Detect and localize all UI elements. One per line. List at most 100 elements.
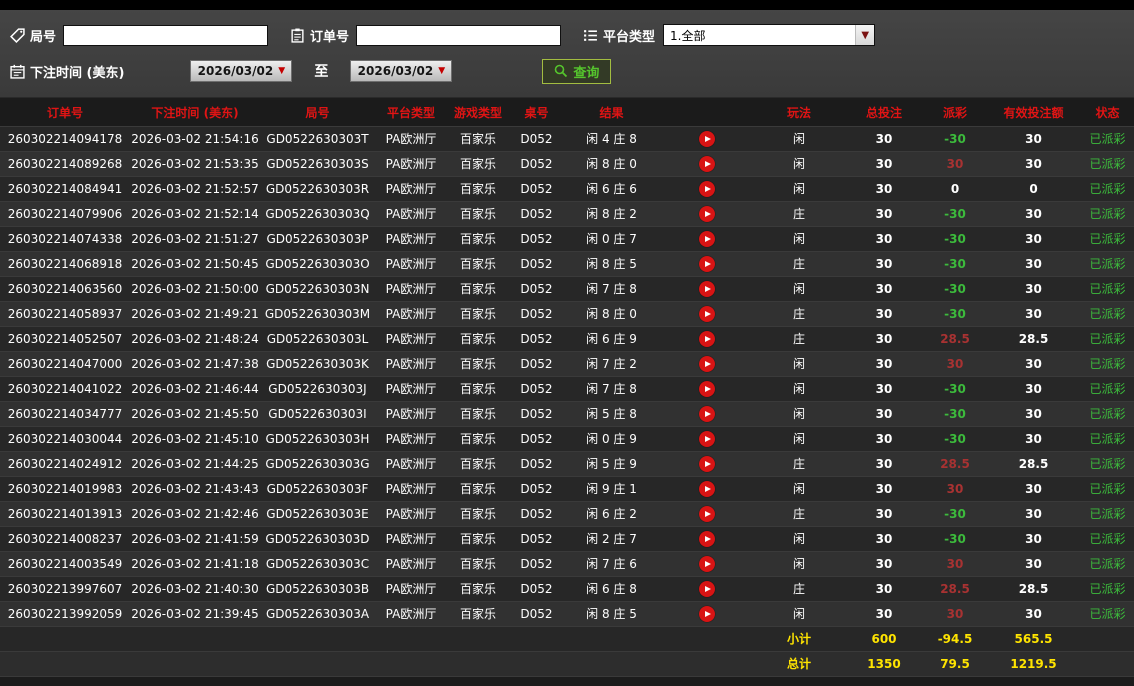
bet-records-table: 订单号 下注时间 (美东) 局号 平台类型 游戏类型 桌号 结果 玩法 总投注 … [0, 100, 1134, 677]
play-video-icon[interactable] [698, 330, 715, 347]
col-header-status: 状态 [1081, 100, 1134, 127]
cell-game-no: GD0522630303G [260, 451, 375, 477]
play-video-icon[interactable] [698, 130, 715, 147]
play-video-icon[interactable] [698, 405, 715, 422]
cell-total-bet: 30 [844, 476, 924, 502]
cell-table-no: D052 [509, 251, 564, 277]
cell-total-bet: 30 [844, 326, 924, 352]
table-row: 260302213997607 2026-03-02 21:40:30 GD05… [0, 576, 1134, 602]
game-no-input[interactable] [63, 24, 269, 46]
cell-total-bet: 30 [844, 126, 924, 152]
cell-bet-type: 闲 [754, 376, 844, 402]
cell-order-no: 260302214041022 [0, 376, 130, 402]
cell-game-no: GD0522630303J [260, 376, 375, 402]
date-from-value: 2026/03/02 [197, 64, 274, 78]
cell-payout: 28.5 [924, 451, 986, 477]
grand-total-total-bet: 1350 [844, 651, 924, 677]
cell-platform: PA欧洲厅 [375, 451, 447, 477]
cell-bet-type: 庄 [754, 201, 844, 227]
query-button[interactable]: 查询 [542, 58, 612, 84]
cell-bet-type: 闲 [754, 601, 844, 627]
cell-status: 已派彩 [1081, 301, 1134, 327]
cell-video [659, 251, 754, 277]
cell-bet-type: 庄 [754, 251, 844, 277]
cell-video [659, 576, 754, 602]
play-video-icon[interactable] [698, 505, 715, 522]
cell-valid-bet: 30 [986, 551, 1081, 577]
table-row: 260302214089268 2026-03-02 21:53:35 GD05… [0, 151, 1134, 177]
col-header-bet-type: 玩法 [754, 100, 844, 127]
cell-game-type: 百家乐 [447, 176, 509, 202]
cell-game-no: GD0522630303M [260, 301, 375, 327]
cell-table-no: D052 [509, 426, 564, 452]
cell-result: 闲 6 庄 8 [564, 576, 659, 602]
play-video-icon[interactable] [698, 230, 715, 247]
cell-game-type: 百家乐 [447, 301, 509, 327]
cell-payout: -30 [924, 251, 986, 277]
col-header-bet-time: 下注时间 (美东) [130, 100, 260, 127]
play-video-icon[interactable] [698, 455, 715, 472]
chevron-down-icon: ▼ [278, 66, 286, 76]
cell-payout: -30 [924, 526, 986, 552]
play-video-icon[interactable] [698, 305, 715, 322]
play-video-icon[interactable] [698, 355, 715, 372]
play-video-icon[interactable] [698, 555, 715, 572]
cell-table-no: D052 [509, 501, 564, 527]
play-video-icon[interactable] [698, 380, 715, 397]
cell-platform: PA欧洲厅 [375, 576, 447, 602]
cell-bet-time: 2026-03-02 21:54:16 [130, 126, 260, 152]
table-row: 260302214084941 2026-03-02 21:52:57 GD05… [0, 176, 1134, 202]
table-row: 260302213992059 2026-03-02 21:39:45 GD05… [0, 601, 1134, 627]
subtotal-payout: -94.5 [924, 626, 986, 652]
date-to-picker[interactable]: 2026/03/02 ▼ [350, 60, 453, 82]
cell-status: 已派彩 [1081, 451, 1134, 477]
platform-type-select[interactable]: 1.全部 ▼ [663, 24, 876, 46]
cell-status: 已派彩 [1081, 151, 1134, 177]
cell-bet-type: 庄 [754, 451, 844, 477]
cell-valid-bet: 30 [986, 201, 1081, 227]
cell-valid-bet: 30 [986, 601, 1081, 627]
table-row: 260302214024912 2026-03-02 21:44:25 GD05… [0, 451, 1134, 477]
cell-total-bet: 30 [844, 276, 924, 302]
play-video-icon[interactable] [698, 255, 715, 272]
cell-order-no: 260302214084941 [0, 176, 130, 202]
play-video-icon[interactable] [698, 580, 715, 597]
order-no-input[interactable] [356, 24, 562, 46]
cell-payout: -30 [924, 276, 986, 302]
cell-game-no: GD0522630303I [260, 401, 375, 427]
cell-game-type: 百家乐 [447, 126, 509, 152]
cell-valid-bet: 30 [986, 226, 1081, 252]
cell-order-no: 260302214008237 [0, 526, 130, 552]
play-video-icon[interactable] [698, 180, 715, 197]
col-header-game-no: 局号 [260, 100, 375, 127]
cell-payout: -30 [924, 301, 986, 327]
play-video-icon[interactable] [698, 480, 715, 497]
cell-valid-bet: 0 [986, 176, 1081, 202]
list-icon [583, 28, 598, 43]
chevron-down-icon: ▼ [438, 66, 446, 76]
cell-video [659, 601, 754, 627]
cell-table-no: D052 [509, 351, 564, 377]
cell-platform: PA欧洲厅 [375, 501, 447, 527]
cell-game-no: GD0522630303B [260, 576, 375, 602]
play-video-icon[interactable] [698, 155, 715, 172]
grand-total-label: 总计 [754, 651, 844, 677]
cell-payout: -30 [924, 226, 986, 252]
date-from-picker[interactable]: 2026/03/02 ▼ [190, 60, 293, 82]
cell-video [659, 201, 754, 227]
cell-game-no: GD0522630303O [260, 251, 375, 277]
cell-result: 闲 0 庄 9 [564, 426, 659, 452]
subtotal-label: 小计 [754, 626, 844, 652]
cell-valid-bet: 30 [986, 351, 1081, 377]
play-video-icon[interactable] [698, 605, 715, 622]
col-header-valid-bet: 有效投注额 [986, 100, 1081, 127]
play-video-icon[interactable] [698, 530, 715, 547]
cell-payout: 28.5 [924, 326, 986, 352]
play-video-icon[interactable] [698, 205, 715, 222]
play-video-icon[interactable] [698, 430, 715, 447]
play-video-icon[interactable] [698, 280, 715, 297]
cell-platform: PA欧洲厅 [375, 301, 447, 327]
cell-status: 已派彩 [1081, 251, 1134, 277]
cell-result: 闲 5 庄 9 [564, 451, 659, 477]
cell-result: 闲 8 庄 5 [564, 251, 659, 277]
